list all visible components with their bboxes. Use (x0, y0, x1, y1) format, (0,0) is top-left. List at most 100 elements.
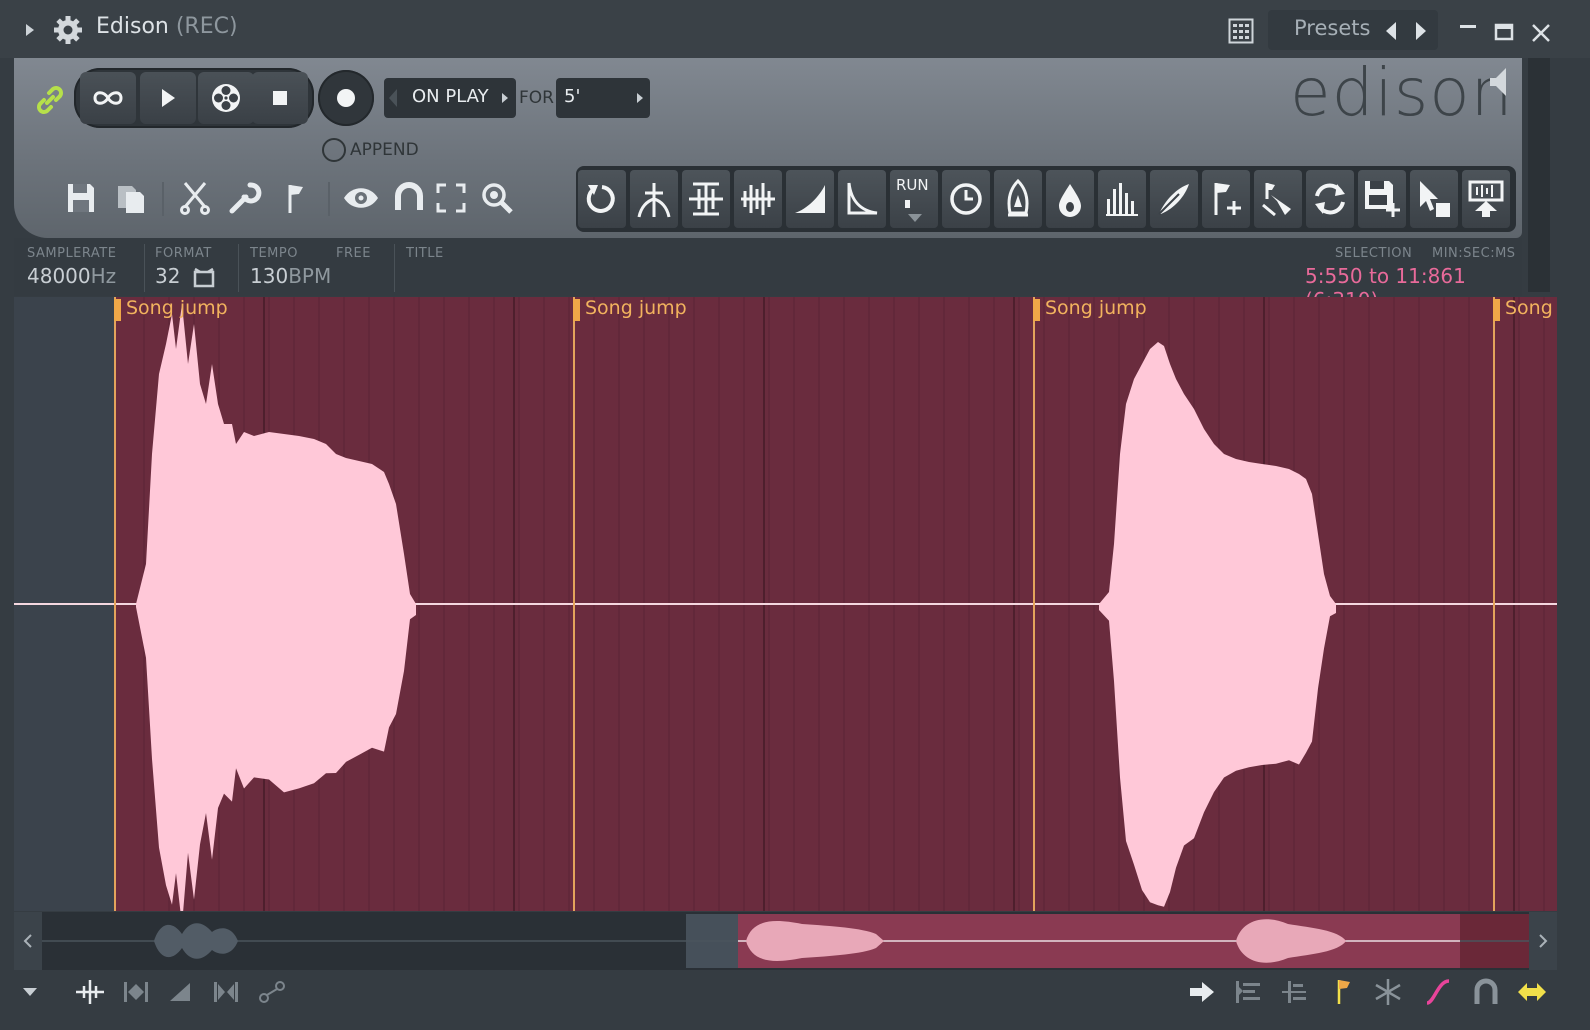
song-jump-marker[interactable] (1493, 297, 1495, 911)
add-marker-tool-button[interactable] (1202, 170, 1250, 228)
append-toggle[interactable]: APPEND (322, 138, 419, 162)
stop-button[interactable] (252, 72, 308, 124)
reverse-tool-button[interactable] (578, 170, 626, 228)
waveform-view-icon[interactable] (72, 974, 108, 1010)
marker-label[interactable]: Song jump (1045, 297, 1147, 319)
envelope-point-icon[interactable] (254, 974, 290, 1010)
record-mode-selector[interactable]: ON PLAY (384, 78, 516, 118)
free-label: FREE (336, 246, 371, 261)
marker-flag-icon[interactable] (573, 299, 580, 321)
view-button[interactable] (342, 178, 380, 218)
send-to-playlist-tool-button[interactable] (1462, 170, 1510, 228)
time-stretch-tool-button[interactable] (942, 170, 990, 228)
waveform-canvas[interactable] (14, 297, 1557, 911)
overview-scrollbar[interactable] (14, 912, 1557, 970)
waveform-editor[interactable]: Song jump Song jump Song jump Song j (14, 297, 1557, 911)
loop-tool-button[interactable] (1306, 170, 1354, 228)
song-jump-marker[interactable] (114, 297, 116, 911)
scroll-right-button[interactable] (1529, 912, 1557, 970)
overview-canvas[interactable] (42, 912, 1529, 970)
normalize-tool-button[interactable] (682, 170, 730, 228)
wrench-icon (229, 182, 262, 214)
run-label: RUN (896, 176, 929, 194)
save-button[interactable] (62, 178, 100, 218)
zoom-button[interactable] (478, 178, 516, 218)
samplerate-unit: Hz (90, 264, 117, 288)
options-dropdown-icon[interactable] (12, 974, 48, 1010)
drag-selection-tool-button[interactable] (1410, 170, 1458, 228)
trim-end-icon[interactable] (208, 974, 244, 1010)
collapse-arrow-icon[interactable] (20, 18, 40, 42)
cursor-icon (1420, 181, 1450, 217)
reverb-tool-button[interactable] (994, 170, 1042, 228)
window-title-name: Edison (96, 14, 169, 39)
eye-icon (344, 188, 378, 208)
align-zero-icon[interactable] (1276, 974, 1312, 1010)
curve-icon[interactable] (1420, 974, 1456, 1010)
zoom-icon (482, 183, 513, 214)
draw-tool-button[interactable] (1150, 170, 1198, 228)
spectrum-tool-button[interactable] (1098, 170, 1146, 228)
magnet-snap-icon[interactable] (1468, 974, 1504, 1010)
snap-button[interactable] (390, 178, 428, 218)
scroll-left-button[interactable] (14, 912, 42, 970)
arrow-right-icon[interactable] (1184, 974, 1220, 1010)
grid-icon[interactable] (1226, 16, 1256, 46)
link-icon[interactable] (30, 80, 70, 120)
rocket-icon (1007, 179, 1029, 217)
record-duration-selector[interactable]: 5' (556, 78, 650, 118)
tempo-unit: BPM (288, 264, 332, 288)
tempo-value[interactable]: 130BPM (250, 264, 331, 288)
info-divider (238, 244, 239, 292)
stretch-arrows-icon[interactable] (1514, 974, 1550, 1010)
noise-gate-tool-button[interactable] (734, 170, 782, 228)
samplerate-number: 48000 (27, 264, 91, 288)
format-icon[interactable] (192, 266, 216, 288)
preset-prev-icon[interactable] (1380, 18, 1402, 44)
fade-in-tool-button[interactable] (786, 170, 834, 228)
marker-label[interactable]: Song jump (126, 297, 228, 319)
fade-out-tool-button[interactable] (838, 170, 886, 228)
record-icon (337, 89, 355, 107)
declick-tool-button[interactable] (630, 170, 678, 228)
gear-icon[interactable] (52, 14, 84, 46)
cut-button[interactable] (176, 178, 214, 218)
loop-button[interactable] (80, 72, 136, 124)
title-bar: Edison (REC) Presets (0, 0, 1590, 58)
minimize-icon[interactable] (1454, 14, 1482, 42)
close-icon[interactable] (1526, 18, 1556, 48)
ramp-icon[interactable] (162, 974, 198, 1010)
maximize-icon[interactable] (1490, 18, 1518, 46)
marker-flag-icon[interactable] (114, 299, 121, 321)
snowflake-icon[interactable] (1370, 974, 1406, 1010)
select-all-button[interactable] (432, 178, 470, 218)
marker-label[interactable]: Song j (1505, 297, 1557, 319)
waveform-icon (741, 183, 775, 215)
run-tool-button[interactable]: RUN (890, 170, 938, 228)
preset-next-icon[interactable] (1410, 18, 1432, 44)
marker-flag-icon[interactable] (1326, 974, 1362, 1010)
marker-button[interactable] (276, 178, 314, 218)
marker-label[interactable]: Song jump (585, 297, 687, 319)
fade-out-icon (847, 182, 878, 215)
copy-button[interactable] (112, 178, 150, 218)
audition-button[interactable] (198, 72, 254, 124)
trim-start-icon[interactable] (118, 974, 154, 1010)
song-jump-marker[interactable] (573, 297, 575, 911)
marker-flag-icon[interactable] (1493, 299, 1500, 321)
marker-flag-icon[interactable] (1033, 299, 1040, 321)
panel-scrollbar[interactable] (1528, 58, 1550, 292)
infinity-icon (93, 91, 123, 105)
record-button[interactable] (318, 70, 374, 126)
slice-tool-button[interactable] (1254, 170, 1302, 228)
speaker-icon[interactable] (1488, 66, 1510, 98)
play-button[interactable] (140, 72, 196, 124)
save-as-tool-button[interactable] (1358, 170, 1406, 228)
tools-button[interactable] (226, 178, 264, 218)
pitch-tool-button[interactable] (1046, 170, 1094, 228)
samplerate-value[interactable]: 48000Hz (27, 264, 116, 288)
format-value[interactable]: 32 (155, 264, 180, 288)
song-jump-marker[interactable] (1033, 297, 1035, 911)
align-list-icon[interactable] (1230, 974, 1266, 1010)
format-label: FORMAT (155, 246, 212, 261)
